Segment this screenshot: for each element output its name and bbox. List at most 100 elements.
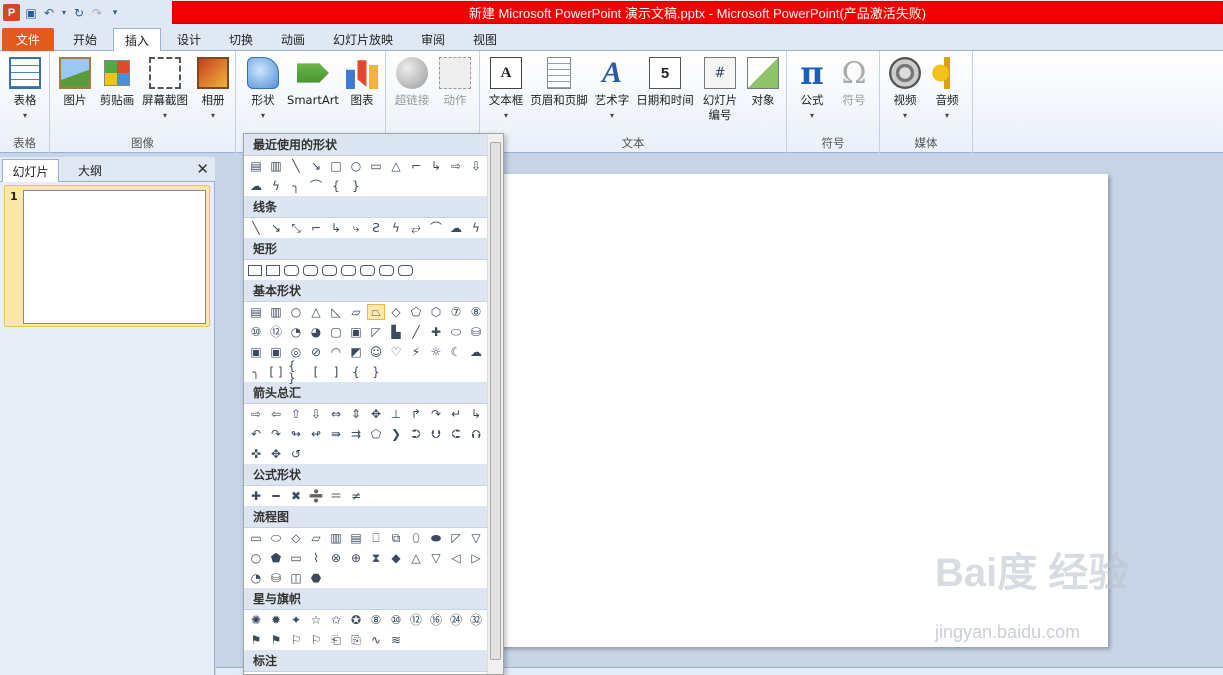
shape-item[interactable]: ◠ [328,345,344,359]
shape-item[interactable]: ⇩ [468,159,484,173]
tab-transitions[interactable]: 切换 [217,28,265,51]
shape-item[interactable]: ╲ [288,159,304,173]
clipart-button[interactable]: 剪贴画 [96,57,138,108]
shape-item[interactable]: ⑧ [468,305,484,319]
shape-item[interactable]: ○ [248,551,264,565]
shape-item[interactable]: ☁ [468,345,484,359]
shape-item[interactable]: ⑧ [368,613,384,627]
shape-item[interactable]: ⥂ [408,221,424,235]
shape-item[interactable]: ⑩ [388,613,404,627]
shape-item[interactable]: ⚐ [288,633,304,647]
shape-item[interactable]: ▣ [248,345,264,359]
undo-dropdown-icon[interactable]: ▾ [60,6,68,20]
shape-item[interactable]: } [348,179,364,193]
shape-item[interactable]: ▱ [308,531,324,545]
shape-item[interactable]: ▥ [328,531,344,545]
shape-item[interactable]: ✥ [368,407,384,421]
shape-item[interactable]: ⎘ [348,633,364,647]
shape-item[interactable]: ⛁ [268,571,284,585]
shape-item[interactable]: ⇨ [248,407,264,421]
shape-item[interactable]: ⮈ [448,427,464,441]
shape-item[interactable]: ㉜ [468,613,484,627]
shape-item[interactable]: ⤡ [288,221,304,235]
slide-thumbnail[interactable] [23,190,206,324]
shape-item[interactable]: ╲ [248,221,264,235]
textbox-button[interactable]: A 文本框 ▾ [484,57,528,123]
shape-item[interactable]: ♡ [388,345,404,359]
shape-item[interactable]: ⊗ [328,551,344,565]
shape-item[interactable]: ϟ [268,179,284,193]
shape-item[interactable]: ⇧ [288,407,304,421]
shape-item-rectangle[interactable] [360,264,375,276]
shape-item-rectangle[interactable] [341,264,356,276]
shape-item[interactable]: ☁ [248,179,264,193]
shape-item[interactable]: ⌒ [308,179,324,193]
shape-item[interactable]: ☼ [428,345,444,359]
shape-item[interactable]: ⮉ [468,427,484,441]
shape-item[interactable]: ＝ [328,489,344,503]
shape-item[interactable]: ▤ [248,159,264,173]
shape-item[interactable]: ↳ [428,159,444,173]
header-footer-button[interactable]: 页眉和页脚 [528,57,590,108]
undo-icon[interactable]: ↶ [42,6,56,20]
shape-item[interactable]: ◫ [288,571,304,585]
shape-item[interactable]: ▣ [268,345,284,359]
video-button[interactable]: 视频 ▾ [886,57,924,123]
shape-item[interactable]: ▤ [248,305,264,319]
audio-button[interactable]: 音频 ▾ [928,57,966,123]
shape-item[interactable]: ▢ [328,325,344,339]
shape-item[interactable]: ▽ [468,531,484,545]
shape-item[interactable]: ▭ [248,531,264,545]
tab-outline[interactable]: 大纲 [60,159,120,182]
shape-item[interactable]: ↳ [328,221,344,235]
shape-item[interactable]: ➗ [308,489,324,503]
picture-button[interactable]: 图片 [56,57,94,108]
shape-item[interactable]: ━ [268,489,284,503]
shape-item[interactable]: ✚ [428,325,444,339]
shape-item[interactable]: ⧗ [368,551,384,565]
tab-review[interactable]: 审阅 [409,28,457,51]
shape-item[interactable]: ⬡ [428,305,444,319]
shape-item[interactable]: ⤷ [348,221,364,235]
shape-item[interactable]: ⬠ [368,427,384,441]
shape-item[interactable]: ↘ [308,159,324,173]
object-button[interactable]: 对象 [744,57,782,108]
shape-item[interactable]: ▭ [288,551,304,565]
shape-item[interactable]: ⇉ [348,427,364,441]
shape-item[interactable]: ⇦ [268,407,284,421]
shape-item[interactable]: ○ [288,305,304,319]
shape-item[interactable]: ☆ [308,613,324,627]
shape-item[interactable]: ╱ [408,325,424,339]
shape-item[interactable]: [ ] [268,365,284,379]
shape-item[interactable]: ⚑ [248,633,264,647]
shape-item[interactable]: ⌒ [428,221,444,235]
shape-item[interactable]: ⌇ [308,551,324,565]
chart-button[interactable]: 图表 [344,57,380,108]
shape-item[interactable]: ⬭ [268,531,284,545]
shape-item[interactable]: ✺ [248,613,264,627]
shape-item[interactable]: { [348,365,364,379]
shape-item[interactable]: ⇕ [348,407,364,421]
shape-item[interactable]: ◁ [448,551,464,565]
shape-item[interactable]: ≋ [388,633,404,647]
shape-item[interactable]: ▥ [268,305,284,319]
shape-item[interactable]: ✜ [248,447,264,461]
shape-item[interactable]: ⎕ [368,531,384,545]
shape-item[interactable]: ▭ [368,159,384,173]
shape-item[interactable]: ⚐ [308,633,324,647]
shape-item[interactable]: ⊘ [308,345,324,359]
close-icon[interactable]: ✕ [196,160,209,178]
shape-item[interactable]: ☾ [448,345,464,359]
shape-item[interactable]: ϟ [388,221,404,235]
save-icon[interactable]: ▣ [24,6,38,20]
action-button[interactable]: 动作 [436,57,474,108]
shape-item[interactable]: ⎗ [328,633,344,647]
shape-item[interactable]: ▱ [348,305,364,319]
shape-item[interactable]: } [368,365,384,379]
powerpoint-app-icon[interactable]: P [3,4,20,21]
smartart-button[interactable]: SmartArt [284,57,342,108]
shape-item[interactable]: ⑯ [428,613,444,627]
shape-item[interactable]: ▣ [348,325,364,339]
shape-item[interactable]: ⌐ [308,221,324,235]
shape-item[interactable]: ⊥ [388,407,404,421]
